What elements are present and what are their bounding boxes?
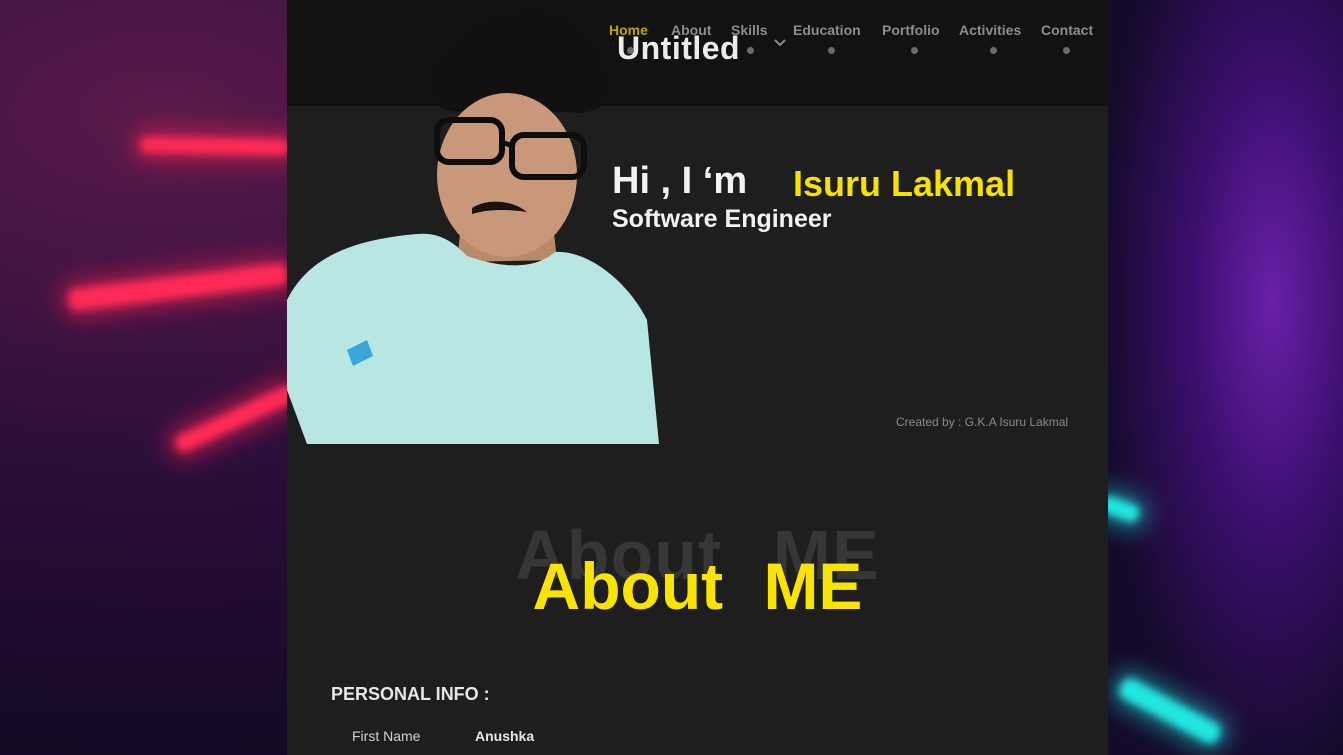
info-value-first-name: Anushka (475, 728, 535, 744)
nav-indicator-dot (1063, 47, 1070, 54)
hero-greeting: Hi , I ‘m (612, 160, 748, 202)
nav-about[interactable]: About (671, 22, 711, 38)
chevron-down-icon[interactable] (773, 38, 787, 48)
profile-photo (287, 7, 659, 444)
nav-indicator-dot (911, 47, 918, 54)
background-right-panel (1108, 0, 1343, 755)
nav-contact[interactable]: Contact (1041, 22, 1093, 38)
nav-skills[interactable]: Skills (731, 22, 768, 38)
neon-streak-2 (67, 262, 289, 312)
created-by-credit: Created by : G.K.A Isuru Lakmal (896, 415, 1069, 429)
neon-streak-1 (139, 136, 291, 156)
nav-indicator-dot (627, 47, 634, 54)
nav-indicator-dot (990, 47, 997, 54)
nav-education[interactable]: Education (793, 22, 861, 38)
info-label-first-name: First Name (352, 728, 421, 744)
neon-streak-3 (172, 383, 298, 455)
nav-home[interactable]: Home (609, 22, 648, 38)
personal-info-heading: PERSONAL INFO : (331, 684, 490, 704)
nav-indicator-dot (747, 47, 754, 54)
hero-role: Software Engineer (612, 205, 832, 233)
nav-indicator-dot (828, 47, 835, 54)
about-heading: About ME (532, 549, 863, 623)
portfolio-page: Untitled Home About Skills Education Por… (287, 0, 1108, 755)
hero-name: Isuru Lakmal (793, 163, 1016, 204)
nav-portfolio[interactable]: Portfolio (882, 22, 940, 38)
nav-activities[interactable]: Activities (959, 22, 1021, 38)
